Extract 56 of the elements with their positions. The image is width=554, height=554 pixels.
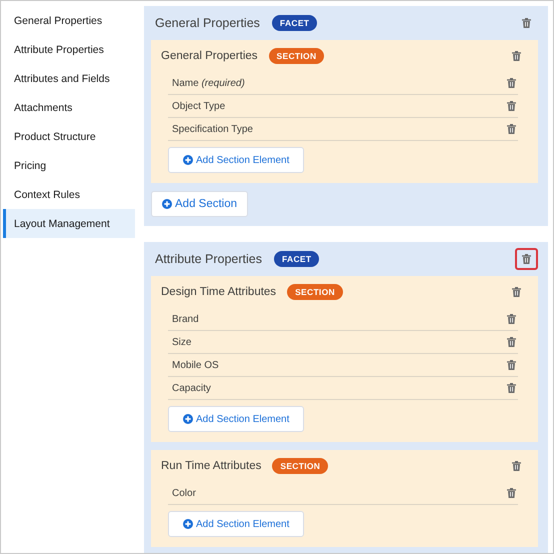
trash-icon xyxy=(512,461,521,471)
section-badge: SECTION xyxy=(287,284,343,300)
delete-button[interactable] xyxy=(505,337,518,347)
delete-button[interactable] xyxy=(505,488,518,498)
facet-title: General Properties xyxy=(154,16,260,30)
sidebar-item[interactable]: Product Structure xyxy=(3,122,135,151)
section-element-label: Color xyxy=(172,488,196,498)
sidebar-item[interactable]: General Properties xyxy=(3,6,135,35)
trash-icon xyxy=(507,360,516,370)
facet-title: Attribute Properties xyxy=(154,252,262,266)
sidebar-item[interactable]: Layout Management xyxy=(3,209,135,238)
section-element-label: Size xyxy=(172,336,192,348)
trash-icon xyxy=(507,488,516,498)
facet-badge: FACET xyxy=(272,15,318,31)
trash-icon xyxy=(507,78,516,88)
section-element-label: Capacity xyxy=(172,382,211,394)
plus-circle-icon xyxy=(162,199,172,209)
facet-badge: FACET xyxy=(274,251,320,267)
add-section-button[interactable]: Add Section xyxy=(151,191,248,217)
sidebar-item[interactable]: Attributes and Fields xyxy=(3,64,135,93)
trash-icon xyxy=(507,314,516,324)
sidebar-item[interactable]: Attribute Properties xyxy=(3,35,135,64)
trash-icon xyxy=(507,124,516,134)
trash-icon xyxy=(507,383,516,393)
sidebar-item[interactable]: Context Rules xyxy=(3,180,135,209)
section-element-label: Name (required) xyxy=(172,78,245,88)
section-element-label: Brand xyxy=(172,314,199,324)
section-element-label: Mobile OS xyxy=(172,360,219,370)
sidebar-item[interactable]: Attachments xyxy=(3,93,135,122)
add-section-element-button[interactable]: Add Section Element xyxy=(168,147,304,173)
delete-button[interactable] xyxy=(505,383,518,393)
delete-button[interactable] xyxy=(505,360,518,370)
section-title: Design Time Attributes xyxy=(161,286,276,298)
add-section-element-button[interactable]: Add Section Element xyxy=(168,511,304,537)
delete-button[interactable] xyxy=(505,124,518,134)
section-badge: SECTION xyxy=(272,458,328,474)
delete-button[interactable] xyxy=(505,78,518,88)
delete-button[interactable] xyxy=(505,314,518,324)
delete-button[interactable] xyxy=(505,101,518,111)
plus-circle-icon xyxy=(183,155,193,165)
trash-icon xyxy=(512,287,521,297)
section-title: General Properties xyxy=(161,50,258,62)
trash-icon xyxy=(512,51,521,61)
delete-button[interactable] xyxy=(515,248,538,270)
plus-circle-icon xyxy=(183,414,193,424)
section-badge: SECTION xyxy=(268,48,324,64)
section-element-label: Specification Type xyxy=(172,124,253,134)
trash-icon xyxy=(507,337,516,347)
plus-circle-icon xyxy=(183,519,193,529)
add-section-element-button[interactable]: Add Section Element xyxy=(168,406,304,432)
sidebar-item[interactable]: Pricing xyxy=(3,151,135,180)
trash-icon xyxy=(522,254,531,264)
trash-icon xyxy=(507,101,516,111)
section-element-label: Object Type xyxy=(172,100,226,112)
section-title: Run Time Attributes xyxy=(161,460,262,472)
trash-icon xyxy=(522,18,531,28)
